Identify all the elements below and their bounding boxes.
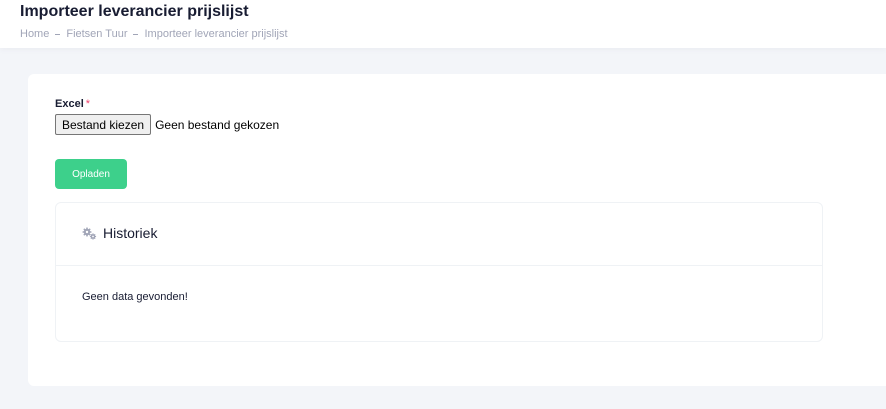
breadcrumb: Home Fietsen Tuur Importeer leverancier …: [20, 28, 288, 40]
import-card: Excel * Bestand kiezen Geen bestand gekoz…: [28, 74, 886, 386]
required-marker: *: [85, 98, 91, 110]
breadcrumb-item-home[interactable]: Home: [20, 28, 49, 40]
breadcrumb-separator: [133, 33, 139, 35]
excel-label-text: Excel: [55, 98, 84, 110]
top-header: Importeer leverancier prijslijst Home Fi…: [0, 0, 886, 48]
breadcrumb-item-current: Importeer leverancier prijslijst: [144, 28, 288, 40]
choose-file-button[interactable]: Bestand kiezen: [55, 114, 152, 135]
history-title: Historiek: [82, 225, 157, 241]
empty-state-message: Geen data gevonden!: [82, 291, 188, 303]
history-panel: Historiek Geen data gevonden!: [55, 202, 823, 342]
excel-field-label: Excel *: [55, 98, 90, 110]
history-header: Historiek: [56, 203, 822, 266]
breadcrumb-item-shop[interactable]: Fietsen Tuur: [66, 28, 127, 40]
page-title: Importeer leverancier prijslijst: [20, 3, 249, 20]
upload-button[interactable]: Opladen: [55, 159, 127, 189]
gears-icon: [82, 227, 97, 240]
file-status-text: Geen bestand gekozen: [155, 117, 280, 132]
excel-file-input[interactable]: Bestand kiezen Geen bestand gekozen: [55, 114, 279, 135]
history-title-text: Historiek: [103, 225, 158, 241]
breadcrumb-separator: [55, 33, 61, 35]
